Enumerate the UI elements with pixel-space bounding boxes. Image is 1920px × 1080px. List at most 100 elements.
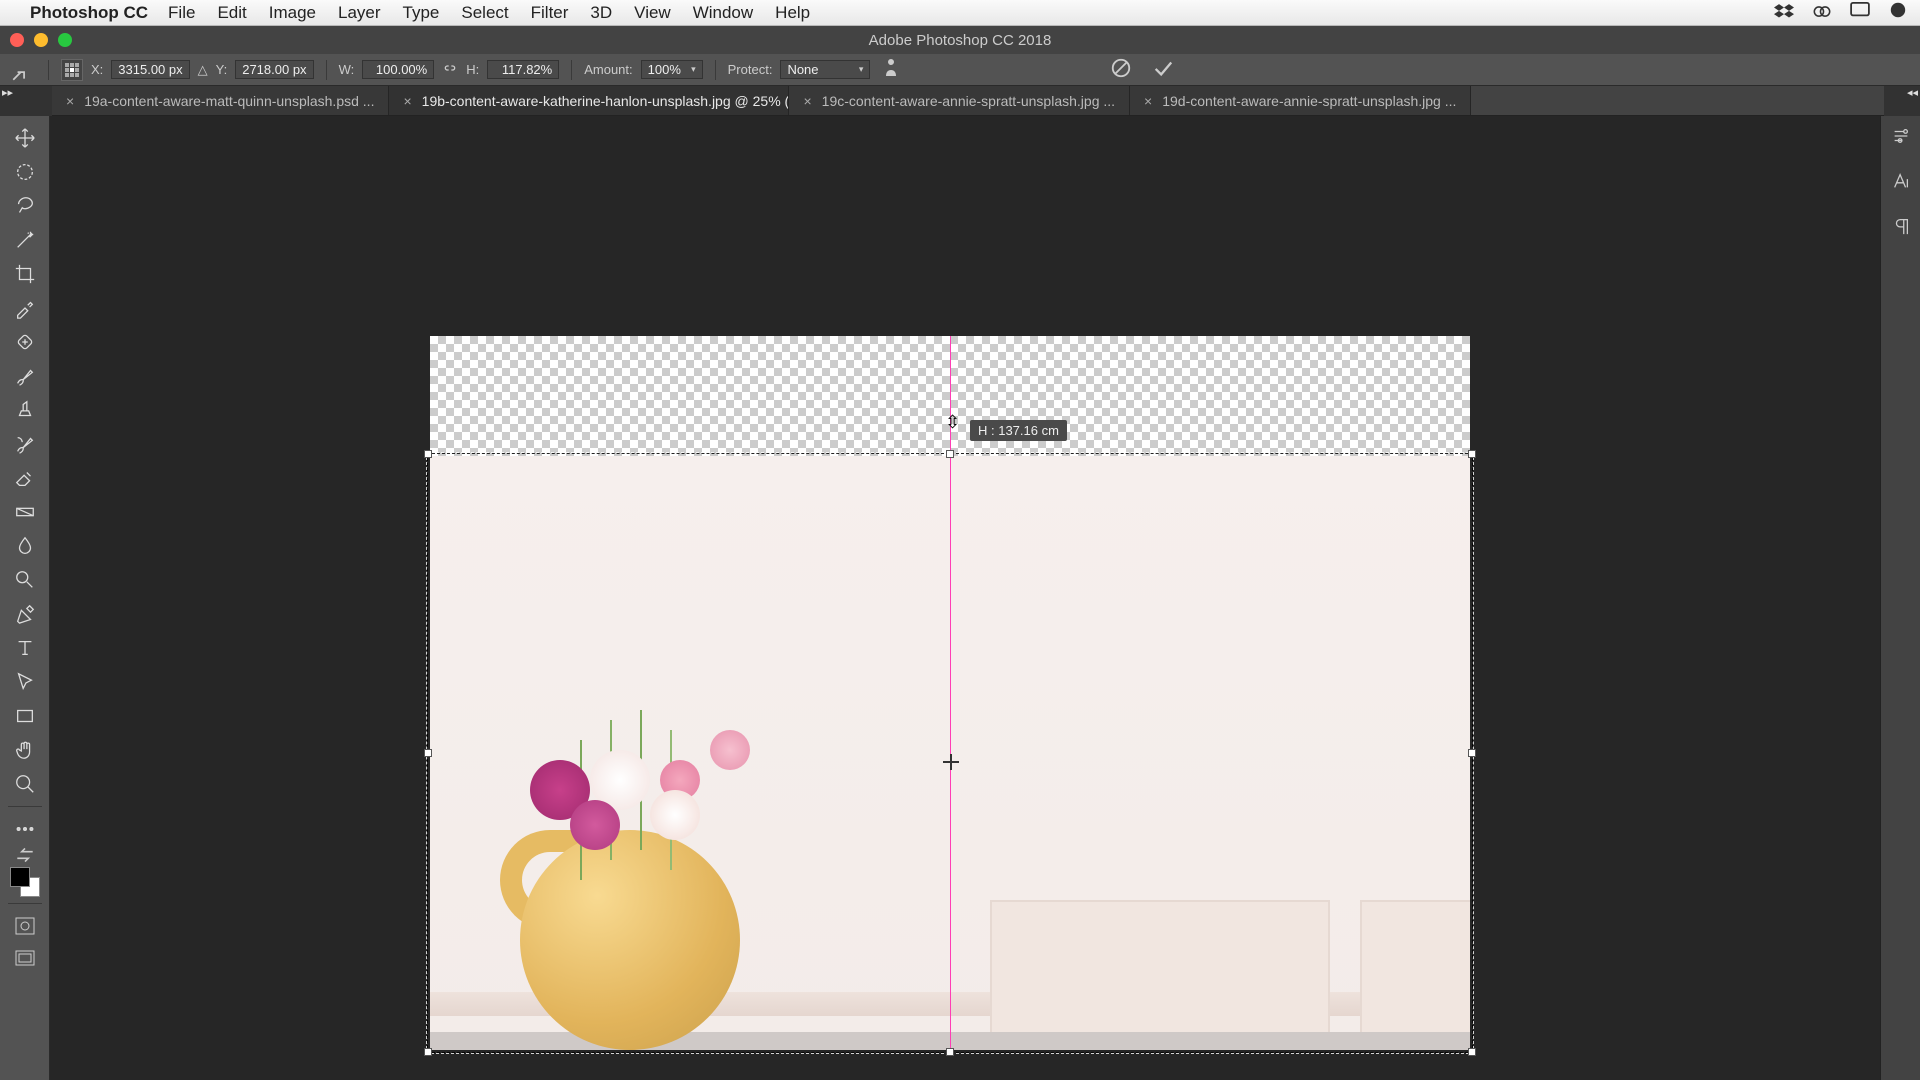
close-icon[interactable]: ×	[1144, 93, 1152, 109]
pen-tool-icon[interactable]	[8, 598, 42, 630]
quick-mask-icon[interactable]	[14, 916, 36, 941]
document-tab[interactable]: × 19a-content-aware-matt-quinn-unsplash.…	[52, 86, 389, 115]
current-tool-icon[interactable]	[10, 57, 36, 83]
transform-bounding-box[interactable]	[427, 453, 1473, 1053]
close-window-button[interactable]	[10, 33, 24, 47]
document-tabs: × 19a-content-aware-matt-quinn-unsplash.…	[52, 86, 1884, 116]
protect-skin-icon[interactable]	[884, 58, 898, 81]
collapse-panels-left-icon[interactable]: ▸▸	[2, 86, 13, 99]
window-titlebar: Adobe Photoshop CC 2018	[0, 26, 1920, 54]
protect-select[interactable]: None▾	[780, 60, 870, 79]
transform-handle[interactable]	[424, 749, 432, 757]
document-tab[interactable]: × 19b-content-aware-katherine-hanlon-uns…	[389, 86, 789, 115]
swap-colors-icon[interactable]	[8, 847, 42, 863]
paragraph-panel-icon[interactable]	[1891, 216, 1911, 241]
transform-handle[interactable]	[946, 450, 954, 458]
delta-icon[interactable]: △	[198, 62, 208, 78]
brush-tool-icon[interactable]	[8, 360, 42, 392]
eyedropper-tool-icon[interactable]	[8, 292, 42, 324]
close-icon[interactable]: ×	[803, 93, 811, 109]
canvas-area[interactable]: ⇳ H : 137.16 cm	[50, 116, 1880, 1080]
h-label: H:	[466, 62, 479, 77]
menu-help[interactable]: Help	[775, 3, 810, 23]
menu-window[interactable]: Window	[693, 3, 753, 23]
tools-panel	[0, 116, 50, 1080]
options-bar: X: 3315.00 px △ Y: 2718.00 px W: 100.00%…	[0, 54, 1920, 86]
eraser-tool-icon[interactable]	[8, 462, 42, 494]
menu-type[interactable]: Type	[403, 3, 440, 23]
transform-handle[interactable]	[424, 450, 432, 458]
minimize-window-button[interactable]	[34, 33, 48, 47]
transform-handle[interactable]	[1468, 450, 1476, 458]
y-input[interactable]: 2718.00 px	[235, 60, 313, 79]
transform-handle[interactable]	[1468, 1048, 1476, 1056]
rectangle-tool-icon[interactable]	[8, 700, 42, 732]
hand-tool-icon[interactable]	[8, 734, 42, 766]
document-tab[interactable]: × 19c-content-aware-annie-spratt-unsplas…	[789, 86, 1130, 115]
marquee-tool-icon[interactable]	[8, 156, 42, 188]
w-input[interactable]: 100.00%	[362, 60, 434, 79]
y-label: Y:	[216, 62, 228, 77]
tab-label: 19b-content-aware-katherine-hanlon-unspl…	[422, 93, 790, 109]
character-panel-icon[interactable]	[1891, 171, 1911, 196]
zoom-tool-icon[interactable]	[8, 768, 42, 800]
document-tab[interactable]: × 19d-content-aware-annie-spratt-unsplas…	[1130, 86, 1471, 115]
protect-label: Protect:	[728, 62, 773, 77]
workspace: ⇳ H : 137.16 cm	[0, 116, 1920, 1080]
commit-transform-icon[interactable]	[1152, 57, 1174, 82]
menubar-tray	[1774, 2, 1908, 23]
dropbox-icon[interactable]	[1774, 2, 1794, 23]
menu-select[interactable]: Select	[461, 3, 508, 23]
menu-view[interactable]: View	[634, 3, 671, 23]
crop-tool-icon[interactable]	[8, 258, 42, 290]
menu-layer[interactable]: Layer	[338, 3, 381, 23]
display-icon[interactable]	[1850, 2, 1870, 23]
spotlight-icon[interactable]	[1888, 2, 1908, 23]
close-icon[interactable]: ×	[403, 93, 411, 109]
transform-handle[interactable]	[424, 1048, 432, 1056]
gradient-tool-icon[interactable]	[8, 496, 42, 528]
transform-handle[interactable]	[1468, 749, 1476, 757]
creative-cloud-icon[interactable]	[1812, 2, 1832, 23]
reference-point-grid[interactable]	[61, 59, 83, 81]
type-tool-icon[interactable]	[8, 632, 42, 664]
app-menu[interactable]: Photoshop CC	[30, 3, 148, 23]
tab-label: 19d-content-aware-annie-spratt-unsplash.…	[1162, 93, 1456, 109]
tab-label: 19c-content-aware-annie-spratt-unsplash.…	[822, 93, 1115, 109]
w-label: W:	[339, 62, 355, 77]
lasso-tool-icon[interactable]	[8, 190, 42, 222]
cancel-transform-icon[interactable]	[1110, 57, 1132, 82]
history-brush-tool-icon[interactable]	[8, 428, 42, 460]
menu-edit[interactable]: Edit	[217, 3, 246, 23]
path-selection-tool-icon[interactable]	[8, 666, 42, 698]
menu-image[interactable]: Image	[269, 3, 316, 23]
transform-handle[interactable]	[946, 1048, 954, 1056]
edit-toolbar-icon[interactable]	[8, 813, 42, 845]
collapse-panels-right-icon[interactable]: ◂◂	[1907, 86, 1918, 99]
dodge-tool-icon[interactable]	[8, 564, 42, 596]
h-input[interactable]: 117.82%	[487, 60, 559, 79]
tab-label: 19a-content-aware-matt-quinn-unsplash.ps…	[84, 93, 374, 109]
transform-center-icon[interactable]	[947, 758, 955, 766]
transform-measurement-badge: H : 137.16 cm	[970, 420, 1067, 441]
menu-3d[interactable]: 3D	[590, 3, 612, 23]
magic-wand-tool-icon[interactable]	[8, 224, 42, 256]
x-input[interactable]: 3315.00 px	[111, 60, 189, 79]
menu-filter[interactable]: Filter	[531, 3, 569, 23]
blur-tool-icon[interactable]	[8, 530, 42, 562]
clone-stamp-tool-icon[interactable]	[8, 394, 42, 426]
zoom-window-button[interactable]	[58, 33, 72, 47]
macos-menubar: Photoshop CC File Edit Image Layer Type …	[0, 0, 1920, 26]
healing-brush-tool-icon[interactable]	[8, 326, 42, 358]
right-panel-strip	[1880, 116, 1920, 1080]
properties-panel-icon[interactable]	[1891, 126, 1911, 151]
document-canvas[interactable]: ⇳ H : 137.16 cm	[430, 336, 1470, 1050]
x-label: X:	[91, 62, 103, 77]
link-wh-icon[interactable]	[442, 62, 458, 77]
amount-select[interactable]: 100%▾	[641, 60, 703, 79]
screen-mode-icon[interactable]	[14, 949, 36, 974]
menu-file[interactable]: File	[168, 3, 195, 23]
close-icon[interactable]: ×	[66, 93, 74, 109]
move-tool-icon[interactable]	[8, 122, 42, 154]
color-swatches[interactable]	[10, 867, 40, 897]
